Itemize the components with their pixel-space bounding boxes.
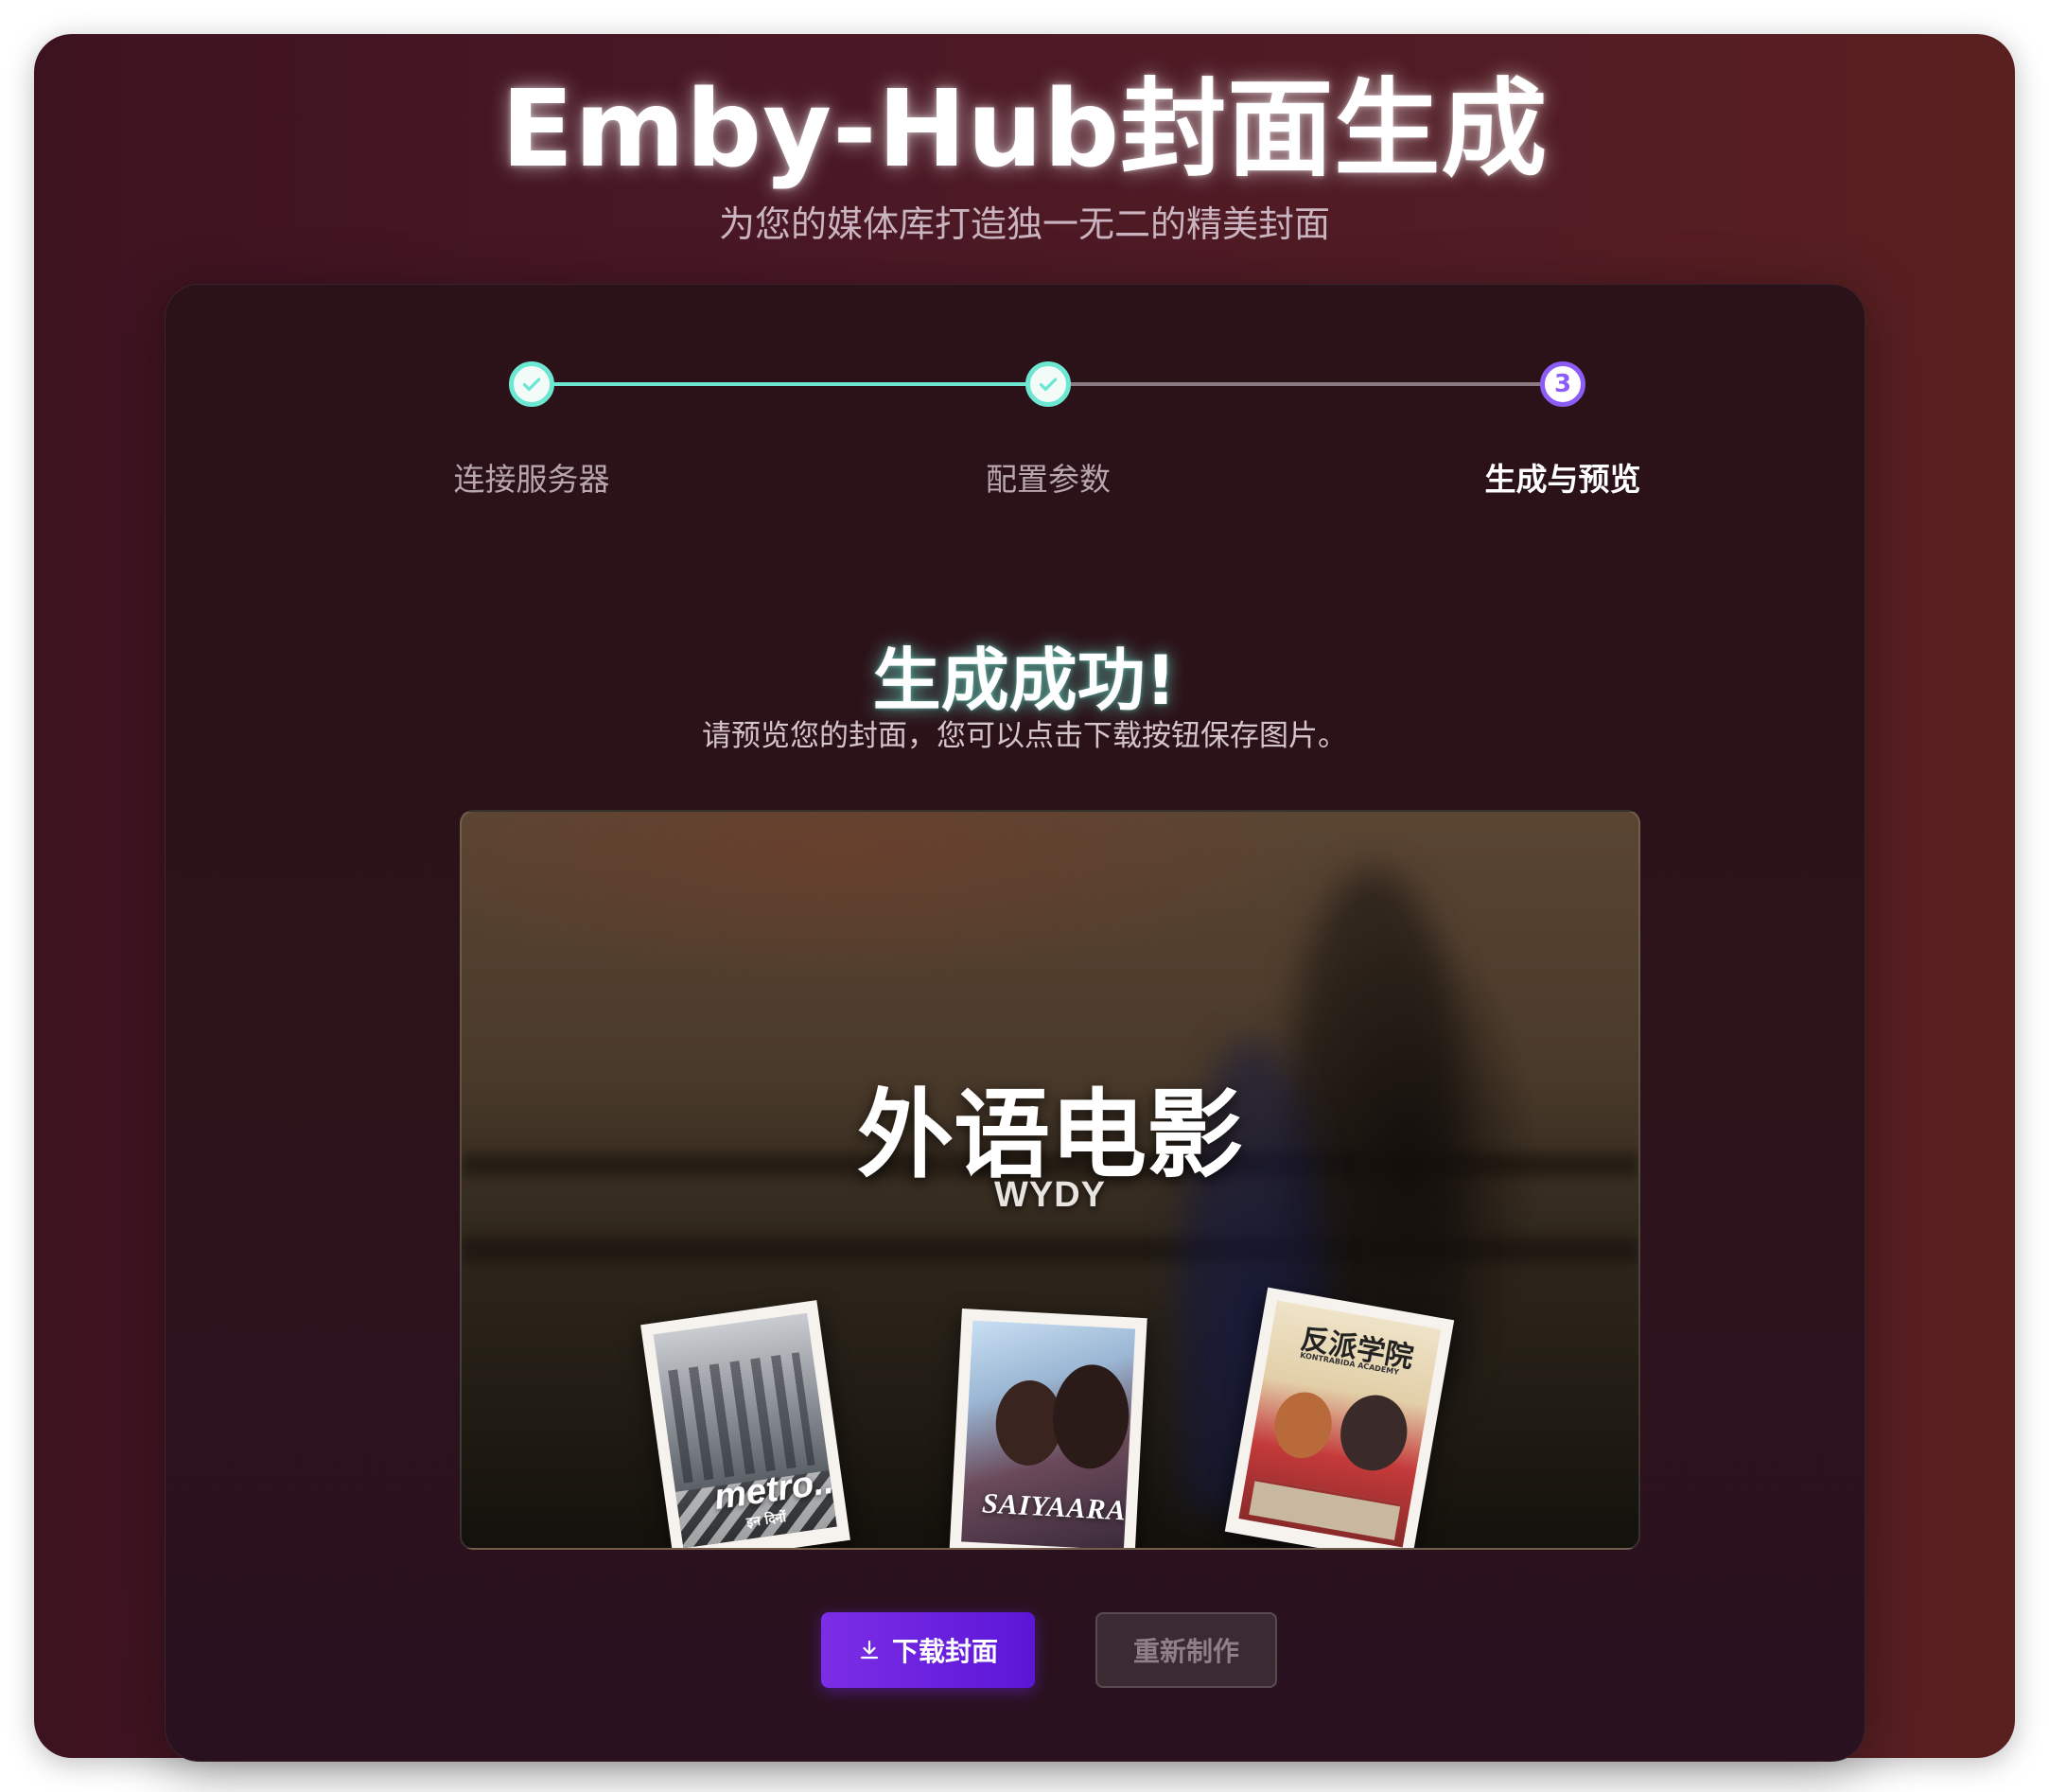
poster-building [1249, 1478, 1401, 1540]
poster-card: metro... इन दिनों [640, 1300, 850, 1548]
redo-button-label: 重新制作 [1132, 1636, 1239, 1667]
poster-title: SAIYAARA [981, 1487, 1128, 1527]
page-subtitle: 为您的媒体库打造独一无二的精美封面 [718, 203, 1330, 245]
check-icon [1039, 378, 1058, 392]
poster-image: 反派学院 KONTRABIDA ACADEMY [1238, 1300, 1442, 1548]
step-1-indicator [509, 361, 554, 407]
poster-image: SAIYAARA [961, 1320, 1136, 1548]
download-icon [860, 1640, 879, 1660]
poster-crowd [668, 1352, 815, 1484]
step-3-label: 生成与预览 [1484, 461, 1641, 498]
step-2-label: 配置参数 [986, 461, 1111, 498]
step-2-indicator [1025, 361, 1071, 407]
step-1-label: 连接服务器 [453, 461, 610, 498]
step-3-indicator: 3 [1540, 361, 1585, 407]
page-title: Emby-Hub封面生成 [500, 68, 1549, 191]
stepper-remaining-line [1048, 382, 1563, 386]
poster-card: SAIYAARA [949, 1309, 1147, 1548]
cover-preview: 外语电影 WYDY metro... इन दिनों SAIYAARA 反派学… [460, 810, 1640, 1550]
download-button-label: 下载封面 [891, 1636, 998, 1667]
poster-image: metro... इन दिनों [653, 1312, 837, 1548]
poster-figure [1334, 1389, 1413, 1476]
poster-figure [1050, 1362, 1132, 1471]
poster-figure [1269, 1387, 1338, 1463]
success-description: 请预览您的封面，您可以点击下载按钮保存图片。 [702, 719, 1347, 753]
success-title: 生成成功! [872, 641, 1177, 720]
redo-button[interactable]: 重新制作 [1095, 1612, 1277, 1688]
stepper-progress-line [532, 382, 1048, 386]
cover-subtitle: WYDY [994, 1175, 1106, 1215]
download-cover-button[interactable]: 下载封面 [821, 1612, 1035, 1688]
check-icon [522, 378, 541, 392]
